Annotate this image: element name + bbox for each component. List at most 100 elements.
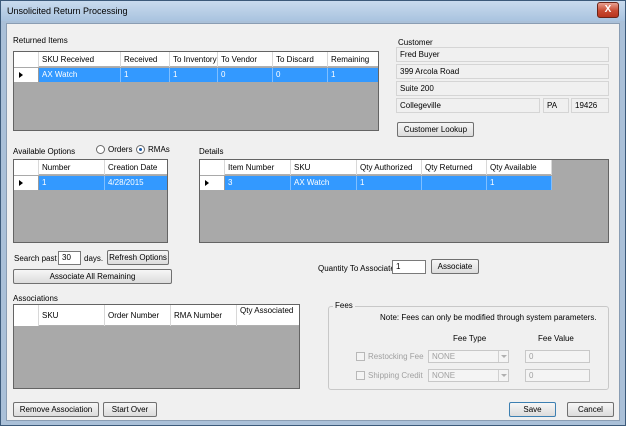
row-selector[interactable]	[200, 176, 225, 190]
chevron-down-icon	[498, 351, 508, 362]
cell-to-inventory[interactable]: 1	[170, 68, 218, 82]
table-row[interactable]: AX Watch 1 1 0 0 1	[14, 68, 378, 82]
grid-header: Item Number SKU Qty Authorized Qty Retur…	[200, 160, 552, 175]
grid-header: SKU Order Number RMA Number Qty Associat…	[14, 305, 299, 326]
shipping-credit-label: Shipping Credit	[368, 371, 423, 380]
returned-items-label: Returned Items	[13, 36, 68, 45]
restocking-fee-type-value: NONE	[432, 352, 456, 361]
orders-radio[interactable]	[96, 145, 105, 154]
grid-header: Number Creation Date	[14, 160, 167, 175]
row-header-corner	[14, 160, 39, 175]
orders-radio-label[interactable]: Orders	[108, 145, 132, 154]
shipping-credit-type-select[interactable]: NONE	[428, 369, 509, 382]
cell-sku-received[interactable]: AX Watch	[39, 68, 121, 82]
fees-label: Fees	[333, 301, 355, 310]
column-header-qty-authorized[interactable]: Qty Authorized	[357, 160, 422, 175]
associate-button[interactable]: Associate	[431, 259, 479, 274]
row-selector[interactable]	[14, 176, 39, 190]
column-header-sku[interactable]: SKU	[291, 160, 357, 175]
cell-number[interactable]: 1	[39, 176, 105, 190]
column-header-to-discard[interactable]: To Discard	[273, 52, 328, 67]
cell-to-discard[interactable]: 0	[273, 68, 328, 82]
cell-qty-returned[interactable]	[422, 176, 487, 190]
column-header-qty-available[interactable]: Qty Available	[487, 160, 552, 175]
column-header-qty-returned[interactable]: Qty Returned	[422, 160, 487, 175]
column-header-order-number[interactable]: Order Number	[105, 305, 171, 326]
current-row-arrow-icon	[19, 180, 23, 186]
title-bar[interactable]: Unsolicited Return Processing X	[1, 1, 625, 21]
close-button[interactable]: X	[597, 2, 619, 18]
customer-lookup-button[interactable]: Customer Lookup	[397, 122, 474, 137]
available-options-label: Available Options	[13, 147, 76, 156]
customer-address2-field: Suite 200	[396, 81, 609, 96]
restocking-fee-value-input[interactable]: 0	[525, 350, 590, 363]
table-row[interactable]: 3 AX Watch 1 1	[200, 176, 552, 190]
column-header-sku[interactable]: SKU	[39, 305, 105, 326]
search-past-label: Search past	[14, 254, 57, 263]
qty-to-associate-input[interactable]: 1	[392, 260, 426, 274]
associate-all-remaining-button[interactable]: Associate All Remaining	[13, 269, 172, 284]
start-over-button[interactable]: Start Over	[103, 402, 157, 417]
column-header-remaining[interactable]: Remaining	[328, 52, 378, 67]
current-row-arrow-icon	[19, 72, 23, 78]
customer-address1-field: 399 Arcola Road	[396, 64, 609, 79]
row-header-corner	[14, 52, 39, 67]
cancel-button[interactable]: Cancel	[567, 402, 614, 417]
column-header-number[interactable]: Number	[39, 160, 105, 175]
fee-type-header: Fee Type	[453, 334, 487, 343]
column-header-item-number[interactable]: Item Number	[225, 160, 291, 175]
cell-remaining[interactable]: 1	[328, 68, 378, 82]
cell-qty-available[interactable]: 1	[487, 176, 552, 190]
shipping-credit-checkbox[interactable]	[356, 371, 365, 380]
details-label: Details	[199, 147, 224, 156]
fee-value-header: Fee Value	[538, 334, 574, 343]
row-selector[interactable]	[14, 68, 39, 82]
customer-label: Customer	[398, 38, 433, 47]
associations-label: Associations	[13, 294, 58, 303]
current-row-arrow-icon	[205, 180, 209, 186]
refresh-options-button[interactable]: Refresh Options	[107, 250, 169, 265]
rmas-radio-label[interactable]: RMAs	[148, 145, 170, 154]
grid-header: SKU Received Received To Inventory To Ve…	[14, 52, 378, 67]
qty-to-associate-label: Quantity To Associate	[318, 264, 395, 273]
cell-to-vendor[interactable]: 0	[218, 68, 273, 82]
fees-note: Note: Fees can only be modified through …	[380, 313, 597, 322]
column-header-rma-number[interactable]: RMA Number	[171, 305, 237, 326]
column-header-received[interactable]: Received	[121, 52, 170, 67]
column-header-to-inventory[interactable]: To Inventory	[170, 52, 218, 67]
search-days-input[interactable]: 30	[58, 251, 81, 265]
row-header-corner	[200, 160, 225, 175]
associations-grid[interactable]: SKU Order Number RMA Number Qty Associat…	[13, 304, 300, 389]
column-header-to-vendor[interactable]: To Vendor	[218, 52, 273, 67]
cell-qty-authorized[interactable]: 1	[357, 176, 422, 190]
returned-items-grid[interactable]: SKU Received Received To Inventory To Ve…	[13, 51, 379, 131]
save-button[interactable]: Save	[509, 402, 556, 417]
column-header-qty-associated[interactable]: Qty Associated	[237, 305, 299, 326]
cell-creation-date[interactable]: 4/28/2015	[105, 176, 167, 190]
restocking-fee-label: Restocking Fee	[368, 352, 424, 361]
column-header-creation-date[interactable]: Creation Date	[105, 160, 167, 175]
restocking-fee-type-select[interactable]: NONE	[428, 350, 509, 363]
row-header-corner	[14, 305, 39, 326]
column-header-sku-received[interactable]: SKU Received	[39, 52, 121, 67]
details-grid[interactable]: Item Number SKU Qty Authorized Qty Retur…	[199, 159, 609, 243]
available-options-grid[interactable]: Number Creation Date 1 4/28/2015	[13, 159, 168, 243]
rmas-radio[interactable]	[136, 145, 145, 154]
customer-city-field: Collegeville	[396, 98, 540, 113]
dialog-client-area: Returned Items SKU Received Received To …	[6, 23, 620, 421]
table-row[interactable]: 1 4/28/2015	[14, 176, 167, 190]
cell-received[interactable]: 1	[121, 68, 170, 82]
cell-sku[interactable]: AX Watch	[291, 176, 357, 190]
customer-zip-field: 19426	[571, 98, 609, 113]
shipping-credit-type-value: NONE	[432, 371, 456, 380]
customer-state-field: PA	[543, 98, 569, 113]
customer-name-field: Fred Buyer	[396, 47, 609, 62]
window-title: Unsolicited Return Processing	[7, 6, 128, 16]
dialog-window: Unsolicited Return Processing X Returned…	[0, 0, 626, 426]
restocking-fee-checkbox[interactable]	[356, 352, 365, 361]
shipping-credit-value-input[interactable]: 0	[525, 369, 590, 382]
chevron-down-icon	[498, 370, 508, 381]
cell-item-number[interactable]: 3	[225, 176, 291, 190]
days-label: days.	[84, 254, 104, 263]
remove-association-button[interactable]: Remove Association	[13, 402, 99, 417]
